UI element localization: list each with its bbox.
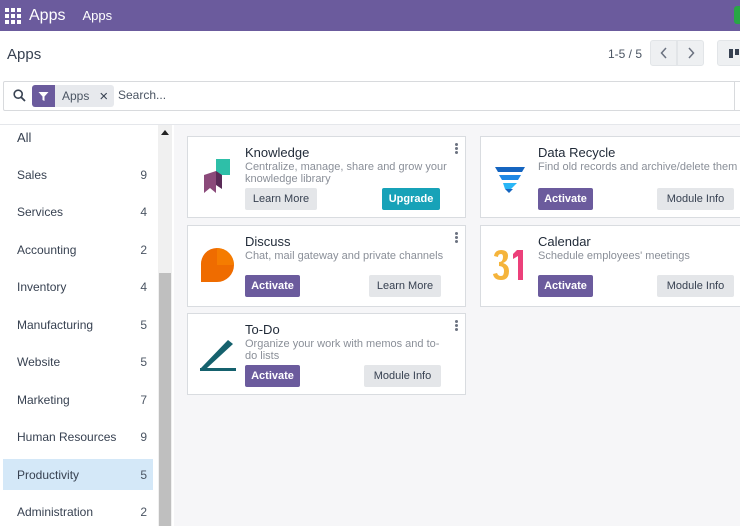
category-sidebar: All Sales 9 Services 4 Accounting 2 Inve…	[0, 124, 174, 526]
app-name: Knowledge	[245, 145, 310, 160]
sidebar-item-label: Sales	[17, 167, 48, 182]
sidebar-item-count: 9	[140, 167, 147, 182]
module-info-button[interactable]: Module Info	[657, 188, 734, 210]
sidebar-item-label: Accounting	[17, 242, 77, 257]
sidebar-item-label: Marketing	[17, 392, 70, 407]
filter-icon	[32, 85, 55, 107]
sidebar-item-label: Administration	[17, 504, 94, 519]
sidebar-item-count: 5	[140, 354, 147, 369]
sidebar-item-sales[interactable]: Sales 9	[3, 159, 153, 190]
app-description: Schedule employees' meetings	[538, 250, 690, 262]
sidebar-item-label: Services	[17, 204, 64, 219]
activate-button[interactable]: Activate	[538, 188, 593, 210]
search-facet: Apps ×	[32, 85, 115, 107]
navbar-brand[interactable]: Apps	[29, 7, 65, 25]
module-info-button[interactable]: Module Info	[657, 275, 734, 297]
app-card-to-do[interactable]: To-Do Organize your work with memos and …	[187, 313, 466, 395]
search-icon[interactable]	[13, 89, 26, 102]
kanban-view-button[interactable]	[717, 40, 740, 66]
sidebar-item-count: 7	[140, 392, 147, 407]
close-icon[interactable]: ×	[99, 89, 108, 104]
app-description: Centralize, manage, share and grow your …	[245, 161, 447, 185]
search-divider	[734, 82, 735, 110]
sidebar-item-services[interactable]: Services 4	[3, 196, 153, 227]
search-bar: Apps ×	[3, 81, 740, 111]
learn-more-button[interactable]: Learn More	[369, 275, 441, 297]
sidebar-item-label: Human Resources	[17, 429, 117, 444]
kanban-view-icon	[729, 49, 733, 58]
sidebar-item-label: Website	[17, 354, 61, 369]
more-options-icon[interactable]	[455, 320, 458, 331]
sidebar-item-website[interactable]: Website 5	[3, 346, 153, 377]
sidebar-item-human-resources[interactable]: Human Resources 9	[3, 421, 153, 452]
app-card-discuss[interactable]: Discuss Chat, mail gateway and private c…	[187, 225, 466, 307]
pager-value[interactable]: 1-5 / 5	[608, 47, 642, 61]
app-description: Find old records and archive/delete them	[538, 161, 738, 173]
sidebar-item-administration[interactable]: Administration 2	[3, 496, 153, 526]
search-input[interactable]	[118, 88, 418, 102]
page-title: Apps	[7, 46, 42, 63]
app-description: Organize your work with memos and to-do …	[245, 338, 440, 362]
grid-icon[interactable]	[5, 7, 21, 24]
discuss-icon	[200, 247, 234, 282]
app-description: Chat, mail gateway and private channels	[245, 250, 444, 262]
upgrade-button[interactable]: Upgrade	[382, 188, 440, 210]
sidebar-item-count: 4	[140, 279, 147, 294]
sidebar-item-count: 9	[140, 429, 147, 444]
sidebar-item-label: Productivity	[17, 467, 80, 482]
sidebar-item-label: Manufacturing	[17, 317, 94, 332]
pager-next-button[interactable]	[677, 40, 704, 66]
facet-label: Apps	[62, 89, 90, 103]
activate-button[interactable]: Activate	[245, 365, 300, 387]
sidebar-item-marketing[interactable]: Marketing 7	[3, 384, 153, 415]
more-options-icon[interactable]	[455, 143, 458, 154]
sidebar-item-inventory[interactable]: Inventory 4	[3, 271, 153, 302]
sidebar-item-label: All	[17, 130, 32, 145]
sidebar-item-count: 4	[140, 204, 147, 219]
data-recycle-icon	[495, 167, 525, 193]
learn-more-button[interactable]: Learn More	[245, 188, 317, 210]
sidebar-item-count: 2	[140, 504, 147, 519]
app-card-data-recycle[interactable]: Data Recycle Find old records and archiv…	[480, 136, 740, 218]
sidebar-item-count: 2	[140, 242, 147, 257]
apps-kanban: Knowledge Centralize, manage, share and …	[174, 124, 740, 526]
app-name: To-Do	[245, 322, 280, 337]
knowledge-icon	[204, 159, 230, 193]
control-panel: Apps 1-5 / 5 Apps ×	[0, 31, 740, 124]
sidebar-item-manufacturing[interactable]: Manufacturing 5	[3, 309, 153, 340]
top-navbar: Apps Apps	[0, 0, 740, 31]
more-options-icon[interactable]	[455, 232, 458, 243]
activate-button[interactable]: Activate	[245, 275, 300, 297]
navbar-menu-apps[interactable]: Apps	[82, 8, 112, 23]
sidebar-scrollbar[interactable]	[158, 125, 172, 526]
scroll-up-arrow-icon[interactable]	[161, 130, 169, 135]
sidebar-item-productivity[interactable]: Productivity 5	[3, 459, 153, 490]
app-name: Calendar	[538, 234, 591, 249]
chevron-left-icon	[659, 47, 667, 59]
sidebar-item-count: 5	[140, 467, 147, 482]
sidebar-item-label: Inventory	[17, 279, 67, 294]
status-indicator	[734, 6, 740, 24]
app-name: Data Recycle	[538, 145, 616, 160]
sidebar-item-accounting[interactable]: Accounting 2	[3, 234, 153, 265]
calendar-icon	[493, 250, 523, 280]
sidebar-item-all[interactable]: All	[3, 122, 153, 153]
scrollbar-thumb[interactable]	[159, 273, 171, 526]
app-name: Discuss	[245, 234, 291, 249]
sidebar-item-count: 5	[140, 317, 147, 332]
pager-previous-button[interactable]	[650, 40, 677, 66]
chevron-right-icon	[687, 47, 695, 59]
activate-button[interactable]: Activate	[538, 275, 593, 297]
module-info-button[interactable]: Module Info	[364, 365, 441, 387]
app-card-calendar[interactable]: Calendar Schedule employees' meetings Ac…	[480, 225, 740, 307]
app-card-knowledge[interactable]: Knowledge Centralize, manage, share and …	[187, 136, 466, 218]
todo-icon	[200, 340, 236, 371]
